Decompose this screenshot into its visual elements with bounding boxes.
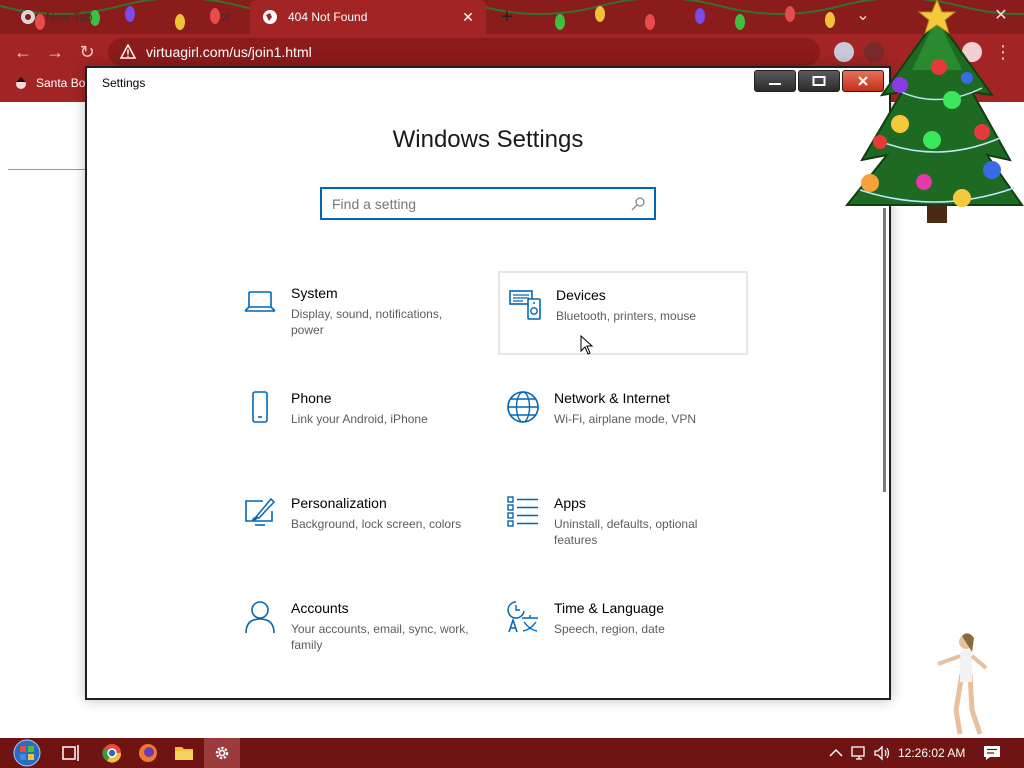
chevron-up-icon xyxy=(829,748,843,757)
address-bar[interactable]: virtuagirl.com/us/join1.html xyxy=(108,38,820,66)
start-button[interactable] xyxy=(10,738,44,768)
tile-accounts[interactable]: Accounts Your accounts, email, sync, wor… xyxy=(235,586,485,670)
volume-tray-icon[interactable] xyxy=(870,741,894,765)
tile-title: Accounts xyxy=(291,600,349,616)
tile-description: Uninstall, defaults, optional features xyxy=(554,517,698,547)
url-text: virtuagirl.com/us/join1.html xyxy=(146,44,312,60)
taskbar: 12:26:02 AM xyxy=(0,738,1024,768)
globe-favicon-icon xyxy=(263,10,277,24)
apps-list-icon xyxy=(507,496,538,527)
file-explorer-taskbar-icon[interactable] xyxy=(172,741,196,765)
notification-speech-icon xyxy=(984,746,1000,760)
maximize-icon xyxy=(812,76,826,86)
person-icon xyxy=(245,601,275,634)
close-tab-icon[interactable]: ✕ xyxy=(216,7,236,27)
start-orb-icon xyxy=(13,739,41,767)
chrome-logo-icon xyxy=(102,744,122,763)
minimize-button[interactable] xyxy=(754,70,796,92)
gear-icon xyxy=(215,746,229,760)
tile-title: Time & Language xyxy=(554,600,664,616)
tile-title: System xyxy=(291,285,338,301)
tile-description: Background, lock screen, colors xyxy=(291,517,462,531)
new-tab-plus-icon[interactable]: + xyxy=(496,6,518,28)
speaker-icon xyxy=(874,745,890,761)
tile-description: Link your Android, iPhone xyxy=(291,412,428,426)
tab-title: 404 Not Found xyxy=(288,10,368,24)
tab-new-tab[interactable]: New Tab ✕ xyxy=(8,0,244,34)
chrome-taskbar-icon[interactable] xyxy=(100,741,124,765)
devices-icon xyxy=(509,290,541,320)
tile-description: Your accounts, email, sync, work, family xyxy=(291,622,469,652)
tab-404-not-found[interactable]: 404 Not Found ✕ xyxy=(250,0,486,34)
tile-title: Phone xyxy=(291,390,332,406)
tile-personalization[interactable]: Personalization Background, lock screen,… xyxy=(235,481,485,565)
search-icon[interactable] xyxy=(630,196,646,212)
tile-devices[interactable]: Devices Bluetooth, printers, mouse xyxy=(498,271,748,355)
close-tab-icon[interactable]: ✕ xyxy=(458,7,478,27)
bookmark-santa[interactable]: Santa Bo xyxy=(14,76,85,90)
reload-icon[interactable]: ↻ xyxy=(76,41,98,63)
vertical-scrollbar[interactable] xyxy=(883,208,886,492)
page-divider xyxy=(8,169,86,170)
tile-title: Devices xyxy=(556,287,606,303)
search-box[interactable] xyxy=(320,187,656,220)
phone-icon xyxy=(252,391,268,423)
task-view-glyph-icon xyxy=(62,745,79,761)
dancer-figure-decoration xyxy=(937,633,988,735)
folder-icon xyxy=(175,747,193,760)
firefox-logo-icon xyxy=(139,744,157,762)
paint-icon xyxy=(245,497,276,526)
back-arrow-icon[interactable]: ← xyxy=(12,41,34,63)
window-title: Settings xyxy=(102,76,146,90)
tile-description: Bluetooth, printers, mouse xyxy=(556,309,697,323)
tile-network-internet[interactable]: Network & Internet Wi-Fi, airplane mode,… xyxy=(498,376,748,460)
action-center-icon[interactable] xyxy=(980,741,1004,765)
forward-arrow-icon[interactable]: → xyxy=(44,41,66,63)
tab-title: New Tab xyxy=(46,10,93,24)
tile-description: Speech, region, date xyxy=(554,622,665,636)
settings-taskbar-icon[interactable] xyxy=(204,738,240,768)
tile-description: Display, sound, notifications, power xyxy=(291,307,443,337)
settings-titlebar[interactable]: Settings xyxy=(87,68,889,98)
search-input[interactable] xyxy=(322,189,630,218)
tile-system[interactable]: System Display, sound, notifications, po… xyxy=(235,271,485,355)
tile-time-language[interactable]: Time & Language Speech, region, date xyxy=(498,586,748,670)
minimize-icon xyxy=(769,83,781,85)
tile-description: Wi-Fi, airplane mode, VPN xyxy=(554,412,697,426)
maximize-button[interactable] xyxy=(798,70,840,92)
laptop-icon xyxy=(244,291,276,312)
time-language-icon xyxy=(507,601,538,633)
globe-icon xyxy=(507,391,539,423)
mouse-cursor-icon xyxy=(580,335,594,355)
tile-title: Personalization xyxy=(291,495,387,511)
warning-icon xyxy=(120,44,136,59)
santa-bookmark-icon xyxy=(16,77,26,89)
tile-title: Apps xyxy=(554,495,586,511)
bookmark-label: Santa Bo xyxy=(36,76,86,90)
tile-apps[interactable]: Apps Uninstall, defaults, optional featu… xyxy=(498,481,748,565)
show-hidden-icons-chevron-icon[interactable] xyxy=(824,741,848,765)
network-tray-icon[interactable] xyxy=(848,741,872,765)
settings-window: Settings Windows Settings System Display… xyxy=(85,66,891,700)
firefox-taskbar-icon[interactable] xyxy=(136,741,160,765)
monitor-network-icon xyxy=(851,746,865,760)
task-view-icon[interactable] xyxy=(60,741,84,765)
chrome-favicon-icon xyxy=(21,10,35,24)
christmas-tree-decoration xyxy=(844,0,1024,223)
taskbar-clock[interactable]: 12:26:02 AM xyxy=(898,746,965,760)
tile-phone[interactable]: Phone Link your Android, iPhone xyxy=(235,376,485,460)
page-title: Windows Settings xyxy=(392,126,584,153)
tile-title: Network & Internet xyxy=(554,390,670,406)
